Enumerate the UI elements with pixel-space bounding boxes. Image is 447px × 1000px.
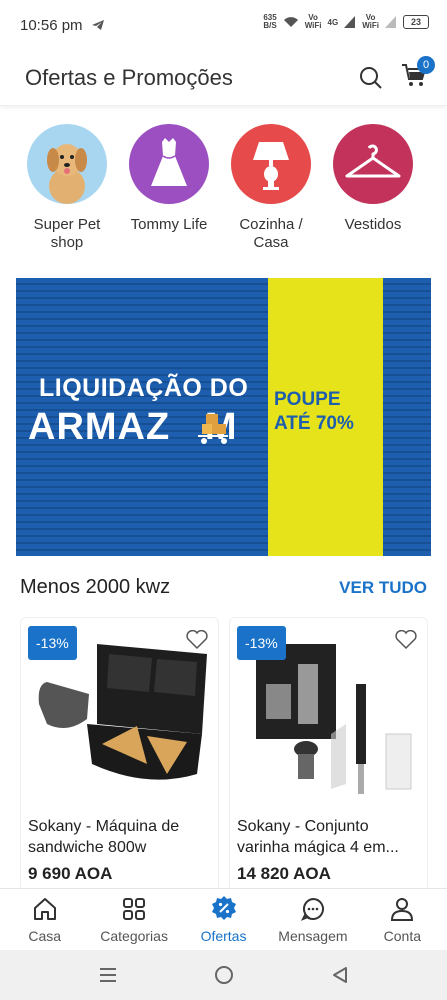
recent-apps-icon[interactable] xyxy=(98,966,118,984)
category-label: Super Pet shop xyxy=(33,216,101,251)
hanger-icon xyxy=(333,124,413,204)
back-icon[interactable] xyxy=(331,966,349,984)
heart-icon[interactable] xyxy=(186,630,208,650)
signal-icon xyxy=(344,16,356,28)
banner-headline: LIQUIDAÇÃO DO xyxy=(39,374,249,402)
cart-badge: 0 xyxy=(417,56,435,74)
product-list: -13% Sokany - Máquina de sandwiche 800w … xyxy=(20,617,430,892)
section-title: Menos 2000 kwz xyxy=(20,576,171,598)
discount-badge: -13% xyxy=(237,626,286,660)
nav-label: Casa xyxy=(28,928,62,944)
banner-offer: POUPE ATÉ 70% xyxy=(274,389,354,434)
volte-1: Vo WiFi xyxy=(304,13,322,30)
nav-label: Mensagem xyxy=(278,928,348,944)
category-label: Cozinha / Casa xyxy=(239,216,303,251)
product-card[interactable]: -13% Sokany - Máquina de sandwiche 800w … xyxy=(20,617,219,892)
cart-button[interactable]: 0 xyxy=(401,56,435,93)
bottom-navigation: Casa Categorias Ofertas Mensagem Conta xyxy=(0,888,447,950)
discount-badge: -13% xyxy=(28,626,77,660)
grid-icon xyxy=(123,898,146,920)
product-price: 9 690 AOA xyxy=(28,864,113,883)
net-speed: 635 B/S xyxy=(263,13,277,30)
signal-icon-2 xyxy=(385,16,396,28)
warehouse-cart-icon xyxy=(198,414,228,444)
category-vestidos[interactable]: Vestidos xyxy=(322,124,424,252)
home-circle-icon[interactable] xyxy=(214,965,234,985)
nav-casa[interactable]: Casa xyxy=(0,889,89,950)
see-all-link[interactable]: VER TUDO xyxy=(339,578,427,598)
promo-banner[interactable]: LIQUIDAÇÃO DO ARMAZ M POUPE ATÉ 70% xyxy=(16,278,431,556)
status-time: 10:56 pm xyxy=(20,16,83,34)
product-card[interactable]: -13% Sokany - Conjunto varinha mágica 4 … xyxy=(229,617,428,892)
home-icon xyxy=(33,898,56,920)
system-navigation xyxy=(0,950,447,1000)
nav-label: Ofertas xyxy=(200,928,247,944)
nav-label: Conta xyxy=(383,928,421,944)
lamp-icon xyxy=(231,124,311,204)
product-name: Sokany - Máquina de sandwiche 800w xyxy=(28,818,180,856)
category-tommy-life[interactable]: Tommy Life xyxy=(118,124,220,252)
page-title: Ofertas e Promoções xyxy=(25,64,233,90)
product-name: Sokany - Conjunto varinha mágica 4 em... xyxy=(237,818,399,856)
product-price: 14 820 AOA xyxy=(237,864,331,883)
dog-icon xyxy=(27,124,107,204)
heart-icon[interactable] xyxy=(395,630,417,650)
battery-icon: 23 xyxy=(403,15,429,29)
telegram-icon xyxy=(91,20,104,30)
user-icon xyxy=(391,898,414,921)
category-label: Tommy Life xyxy=(130,216,208,233)
search-icon[interactable] xyxy=(359,66,383,90)
category-super-pet[interactable]: Super Pet shop xyxy=(16,124,118,252)
chat-icon xyxy=(300,897,324,921)
category-label: Vestidos xyxy=(344,216,402,233)
discount-tag-icon xyxy=(211,896,236,920)
network-type: 4G xyxy=(327,17,339,27)
nav-categorias[interactable]: Categorias xyxy=(89,889,178,950)
app-header: Ofertas e Promoções 0 xyxy=(0,50,447,106)
category-cozinha-casa[interactable]: Cozinha / Casa xyxy=(220,124,322,252)
status-bar: 10:56 pm 635 B/S Vo WiFi 4G Vo WiFi 23 xyxy=(0,0,447,50)
nav-ofertas[interactable]: Ofertas xyxy=(179,889,268,950)
nav-mensagem[interactable]: Mensagem xyxy=(268,889,357,950)
category-row: Super Pet shop Tommy Life Cozinha / Casa xyxy=(0,124,447,252)
nav-conta[interactable]: Conta xyxy=(358,889,447,950)
nav-label: Categorias xyxy=(100,928,168,944)
dress-icon xyxy=(129,124,209,204)
wifi-icon xyxy=(283,17,298,27)
volte-2: Vo WiFi xyxy=(362,13,379,30)
status-indicators: 635 B/S Vo WiFi 4G Vo WiFi 23 xyxy=(263,14,429,30)
